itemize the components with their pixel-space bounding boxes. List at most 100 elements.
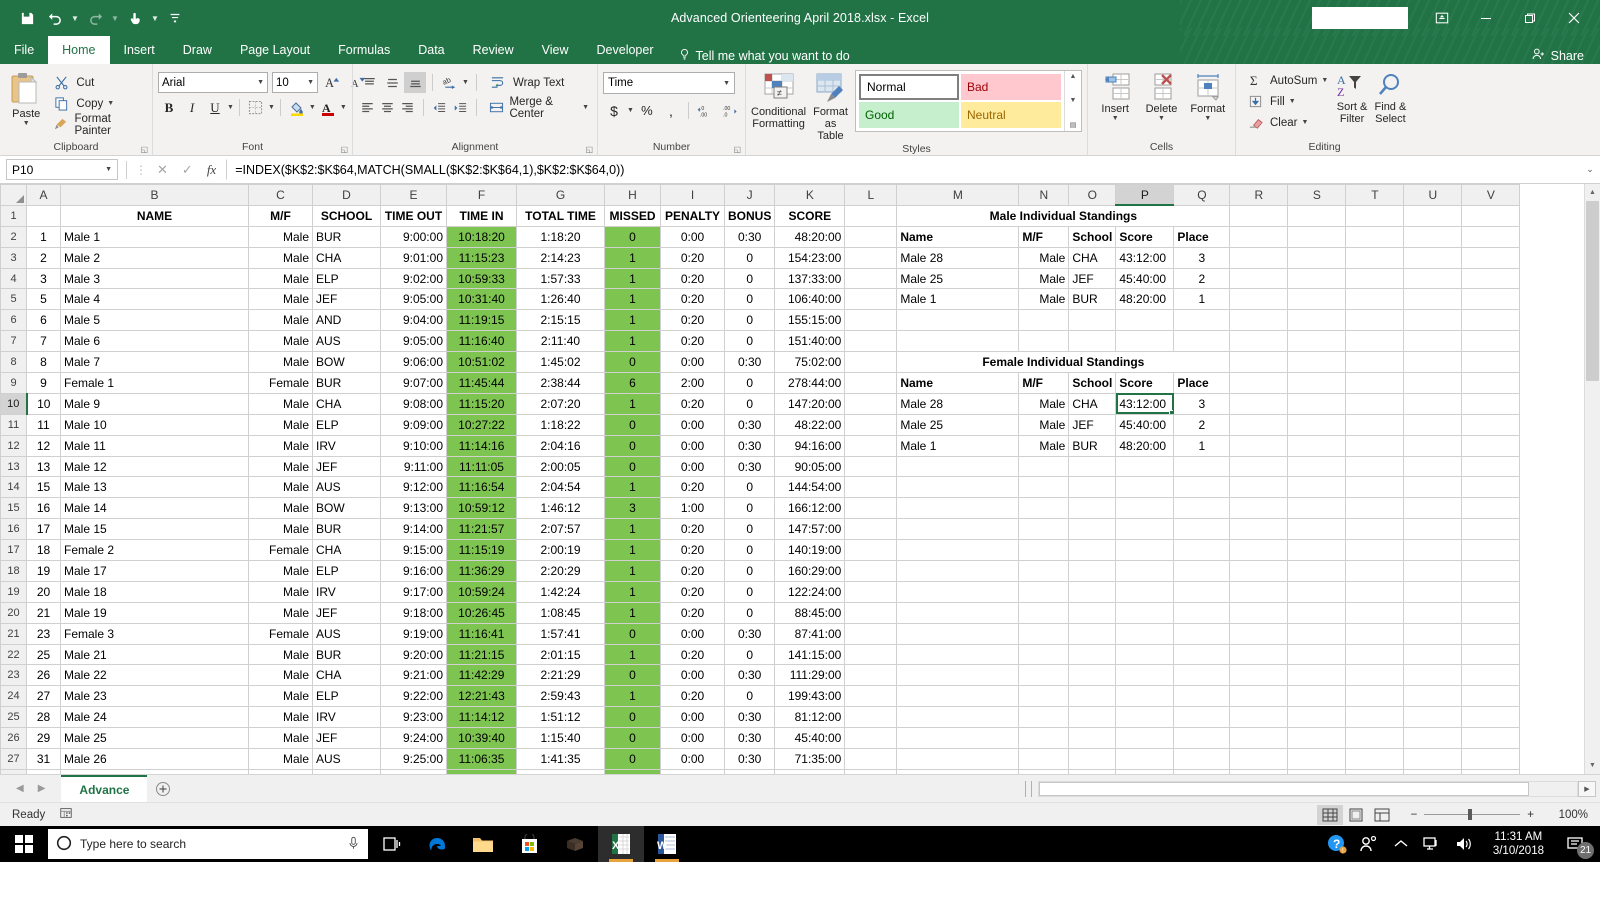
cell-M24[interactable]: [896, 685, 1020, 708]
cell-R13[interactable]: [1229, 455, 1289, 478]
format-as-table-button[interactable]: Format as Table: [812, 70, 849, 142]
cell-F13[interactable]: 11:11:05: [446, 455, 517, 478]
cell-Q19[interactable]: [1173, 580, 1231, 603]
column-header-q[interactable]: Q: [1173, 184, 1231, 206]
table-row[interactable]: 10 10 Male 9 Male CHA 9:08:00 11:15:20 2:07:20 1…: [0, 392, 1521, 415]
column-header-v[interactable]: V: [1461, 184, 1521, 206]
cell-N25[interactable]: [1018, 706, 1070, 729]
cell-H6[interactable]: 1: [604, 309, 661, 332]
cell-C11[interactable]: Male: [248, 413, 313, 436]
cell-I7[interactable]: 0:20: [660, 330, 725, 353]
cell-F22[interactable]: 11:21:15: [446, 643, 517, 666]
cell-F11[interactable]: 10:27:22: [446, 413, 517, 436]
cell-K2[interactable]: 48:20:00: [774, 225, 846, 248]
cell-T10[interactable]: [1345, 392, 1405, 415]
male-row-score[interactable]: 48:20:00: [1115, 288, 1175, 311]
cell-B23[interactable]: Male 22: [60, 664, 249, 687]
male-row-school[interactable]: JEF: [1068, 267, 1117, 290]
cell-I28[interactable]: 2:00: [660, 768, 725, 774]
cell-R26[interactable]: [1229, 727, 1289, 750]
cell-E14[interactable]: 9:12:00: [380, 476, 447, 499]
zoom-level-label[interactable]: 100%: [1546, 809, 1588, 821]
cell-K15[interactable]: 166:12:00: [774, 497, 846, 520]
cell-M21[interactable]: [896, 622, 1020, 645]
cell-T7[interactable]: [1345, 330, 1405, 353]
cell-D17[interactable]: CHA: [312, 539, 381, 562]
female-row-school[interactable]: BUR: [1068, 434, 1117, 457]
table-row[interactable]: 26 29 Male 25 Male JEF 9:24:00 10:39:40 1:15:40…: [0, 727, 1521, 750]
tab-draw[interactable]: Draw: [169, 36, 226, 64]
cell-G7[interactable]: 2:11:40: [516, 330, 605, 353]
cell-Q7[interactable]: [1173, 330, 1231, 353]
cell-P18[interactable]: [1115, 560, 1175, 582]
cell-style-neutral[interactable]: Neutral: [961, 102, 1061, 128]
cell-N19[interactable]: [1018, 580, 1070, 603]
cell-A19[interactable]: 20: [26, 580, 61, 603]
decrease-decimal-icon[interactable]: .00.0: [719, 100, 741, 121]
minimize-button[interactable]: [1464, 2, 1508, 34]
cell-H14[interactable]: 1: [604, 476, 661, 499]
row-header-18[interactable]: 18: [0, 560, 27, 582]
table-row[interactable]: 14 15 Male 13 Male AUS 9:12:00 11:16:54 2:04:54…: [0, 476, 1521, 499]
table-row[interactable]: 20 21 Male 19 Male JEF 9:18:00 10:26:45 1:08:45…: [0, 601, 1521, 624]
cell-N15[interactable]: [1018, 497, 1070, 520]
name-box[interactable]: P10 ▼: [6, 159, 118, 180]
cell-U12[interactable]: [1403, 434, 1463, 457]
cell-I26[interactable]: 0:00: [660, 727, 725, 750]
cell-T17[interactable]: [1345, 539, 1405, 562]
cell-V15[interactable]: [1461, 497, 1521, 520]
cancel-edit-icon[interactable]: ✕: [157, 162, 168, 178]
font-size-dropdown-icon[interactable]: ▼: [307, 79, 314, 86]
cell-O6[interactable]: [1068, 309, 1117, 332]
cell-S28[interactable]: [1287, 768, 1347, 774]
cell-L18[interactable]: [844, 560, 898, 582]
female-row-place[interactable]: 3: [1173, 392, 1231, 415]
row-header-24[interactable]: 24: [0, 685, 27, 708]
cell-B21[interactable]: Female 3: [60, 622, 249, 645]
cell-L17[interactable]: [844, 539, 898, 562]
cell-S8[interactable]: [1287, 351, 1347, 374]
cell-F20[interactable]: 10:26:45: [446, 601, 517, 624]
cell-G15[interactable]: 1:46:12: [516, 497, 605, 520]
cell-H15[interactable]: 3: [604, 497, 661, 520]
increase-indent-icon[interactable]: [450, 97, 469, 118]
cell-L21[interactable]: [844, 622, 898, 645]
cell-R2[interactable]: [1229, 225, 1289, 248]
cell-R5[interactable]: [1229, 288, 1289, 311]
cell-U6[interactable]: [1403, 309, 1463, 332]
cell-I12[interactable]: 0:00: [660, 434, 725, 457]
cell-T19[interactable]: [1345, 580, 1405, 603]
cell-E15[interactable]: 9:13:00: [380, 497, 447, 520]
cell-T18[interactable]: [1345, 560, 1405, 582]
cell-A11[interactable]: 11: [26, 413, 61, 436]
cell-B10[interactable]: Male 9: [60, 392, 249, 415]
cell-K26[interactable]: 45:40:00: [774, 727, 846, 750]
cell-F19[interactable]: 10:59:24: [446, 580, 517, 603]
cell-M18[interactable]: [896, 560, 1020, 582]
cell-D21[interactable]: AUS: [312, 622, 381, 645]
table-row[interactable]: 13 13 Male 12 Male JEF 9:11:00 11:11:05 2:00:05…: [0, 455, 1521, 478]
cell-U18[interactable]: [1403, 560, 1463, 582]
cell-E19[interactable]: 9:17:00: [380, 580, 447, 603]
cell-O15[interactable]: [1068, 497, 1117, 520]
cell-V14[interactable]: [1461, 476, 1521, 499]
cell-C27[interactable]: Male: [248, 748, 313, 770]
cell-G5[interactable]: 1:26:40: [516, 288, 605, 311]
cell-B11[interactable]: Male 10: [60, 413, 249, 436]
cell-A2[interactable]: 1: [26, 225, 61, 248]
cell-G24[interactable]: 2:59:43: [516, 685, 605, 708]
cell-H27[interactable]: 0: [604, 748, 661, 770]
cell-K24[interactable]: 199:43:00: [774, 685, 846, 708]
cell-V2[interactable]: [1461, 225, 1521, 248]
cell-G20[interactable]: 1:08:45: [516, 601, 605, 624]
cell-L9[interactable]: [844, 372, 898, 394]
cell-U3[interactable]: [1403, 246, 1463, 269]
cell-K4[interactable]: 137:33:00: [774, 267, 846, 290]
cell-D6[interactable]: AND: [312, 309, 381, 332]
female-row-school[interactable]: CHA: [1068, 392, 1117, 415]
cell-J23[interactable]: 0:30: [723, 664, 776, 687]
cell-V19[interactable]: [1461, 580, 1521, 603]
cell-S13[interactable]: [1287, 455, 1347, 478]
cell-U27[interactable]: [1403, 748, 1463, 770]
cell-G26[interactable]: 1:15:40: [516, 727, 605, 750]
